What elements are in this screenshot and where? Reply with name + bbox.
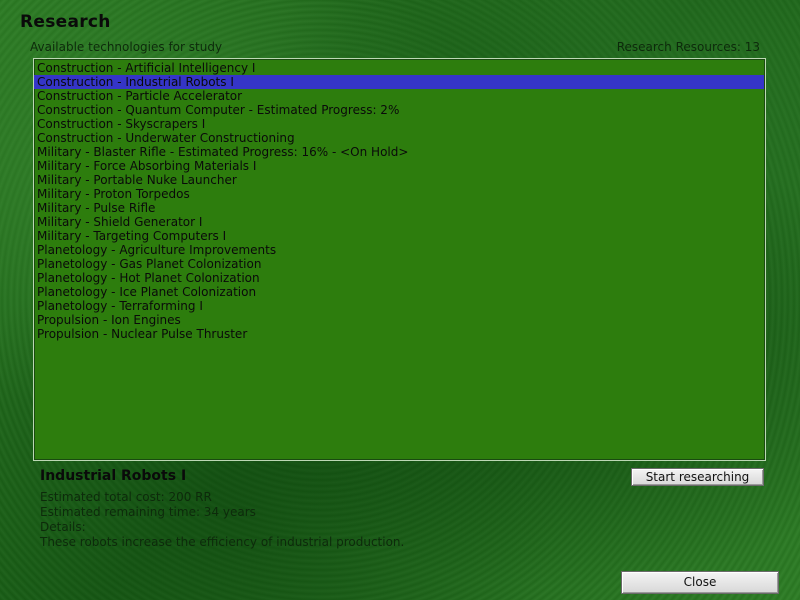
list-item[interactable]: Construction - Skyscrapers I — [34, 117, 764, 131]
estimated-cost-text: Estimated total cost: 200 RR — [40, 490, 212, 504]
list-item[interactable]: Construction - Quantum Computer - Estima… — [34, 103, 764, 117]
list-item[interactable]: Military - Proton Torpedos — [34, 187, 764, 201]
close-button[interactable]: Close — [621, 571, 779, 594]
technology-list[interactable]: Construction - Artificial Intelligency I… — [33, 58, 766, 461]
list-item[interactable]: Construction - Artificial Intelligency I — [34, 61, 764, 75]
list-item[interactable]: Planetology - Terraforming I — [34, 299, 764, 313]
list-item-selected[interactable]: Construction - Industrial Robots I — [34, 75, 764, 89]
list-item[interactable]: Planetology - Hot Planet Colonization — [34, 271, 764, 285]
list-item[interactable]: Military - Force Absorbing Materials I — [34, 159, 764, 173]
start-researching-button[interactable]: Start researching — [631, 468, 764, 486]
list-item[interactable]: Propulsion - Ion Engines — [34, 313, 764, 327]
technology-description: These robots increase the efficiency of … — [40, 535, 405, 549]
list-item[interactable]: Military - Portable Nuke Launcher — [34, 173, 764, 187]
list-item[interactable]: Military - Pulse Rifle — [34, 201, 764, 215]
details-label: Details: — [40, 520, 86, 534]
selected-technology-title: Industrial Robots I — [40, 468, 187, 484]
list-item[interactable]: Planetology - Ice Planet Colonization — [34, 285, 764, 299]
list-item[interactable]: Construction - Particle Accelerator — [34, 89, 764, 103]
list-item[interactable]: Propulsion - Nuclear Pulse Thruster — [34, 327, 764, 341]
list-item[interactable]: Military - Targeting Computers I — [34, 229, 764, 243]
list-item[interactable]: Construction - Underwater Constructionin… — [34, 131, 764, 145]
list-item[interactable]: Military - Shield Generator I — [34, 215, 764, 229]
research-resources-label: Research Resources: 13 — [616, 40, 760, 54]
list-item[interactable]: Planetology - Gas Planet Colonization — [34, 257, 764, 271]
list-item[interactable]: Planetology - Agriculture Improvements — [34, 243, 764, 257]
list-item[interactable]: Military - Blaster Rifle - Estimated Pro… — [34, 145, 764, 159]
available-technologies-label: Available technologies for study — [30, 40, 223, 54]
window-title: Research — [20, 12, 111, 32]
estimated-time-text: Estimated remaining time: 34 years — [40, 505, 256, 519]
